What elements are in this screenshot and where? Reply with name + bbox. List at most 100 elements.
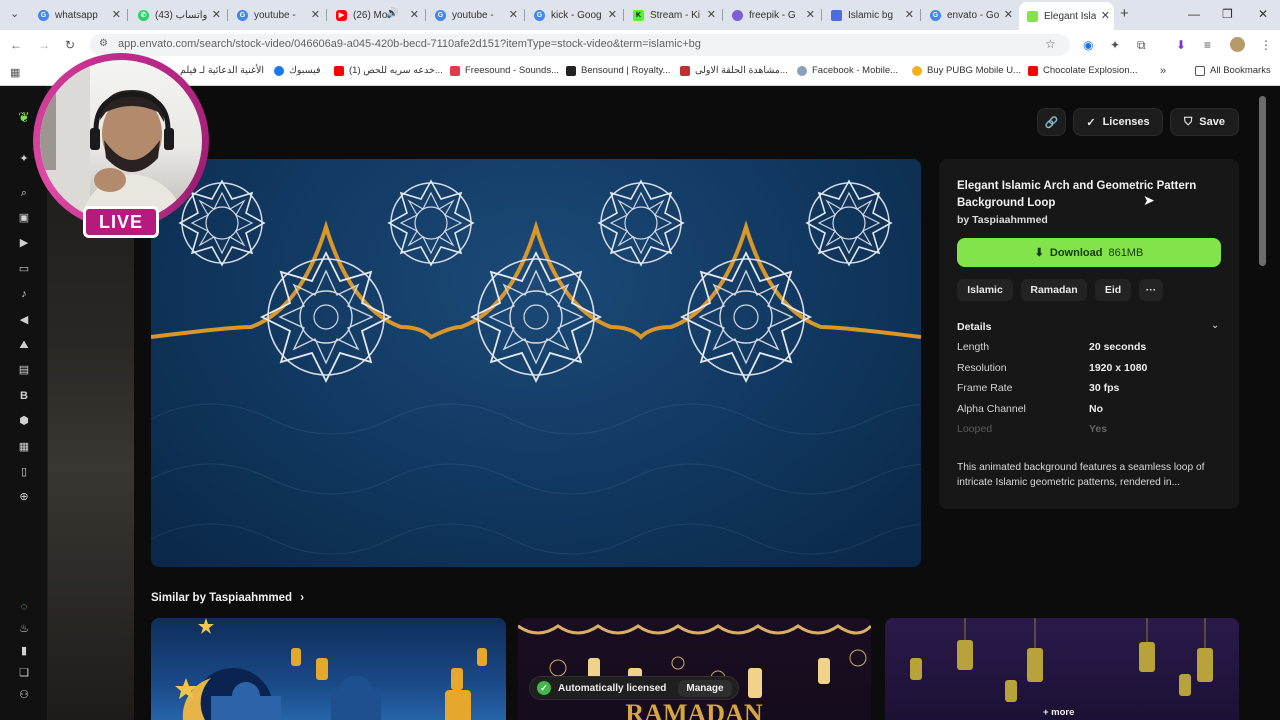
bookmark-label: مشاهدة الحلقة الاولى... bbox=[695, 65, 788, 76]
tab-youtube-search-2[interactable]: G youtube - ✕ bbox=[427, 4, 522, 26]
collections-icon[interactable]: ❏ bbox=[17, 666, 31, 680]
sparkle-icon[interactable]: ✦ bbox=[17, 152, 31, 166]
tab-envato-search[interactable]: G envato - Go ✕ bbox=[922, 4, 1017, 26]
tab-title: (43) واتساب bbox=[155, 9, 208, 21]
close-tab-icon[interactable]: ✕ bbox=[905, 8, 914, 21]
close-tab-icon[interactable]: ✕ bbox=[1101, 9, 1110, 22]
tab-freepik-search[interactable]: freepik - G ✕ bbox=[724, 4, 819, 26]
template-icon[interactable]: ▤ bbox=[17, 363, 31, 377]
reload-icon[interactable]: ↻ bbox=[65, 38, 75, 52]
more-tags-button[interactable]: ··· bbox=[1139, 279, 1163, 301]
tab-youtube-playing[interactable]: ▶ (26) Mo 🔊 ✕ bbox=[328, 4, 423, 26]
photo-icon[interactable]: ⛰ bbox=[17, 338, 31, 352]
save-button[interactable]: ⛉ Save bbox=[1170, 108, 1239, 136]
site-info-icon[interactable]: ⚙ bbox=[99, 38, 108, 49]
tab-search-chevron-icon[interactable]: ⌄ bbox=[10, 7, 19, 20]
video-preview[interactable] bbox=[151, 159, 921, 567]
document-icon[interactable]: ▯ bbox=[17, 465, 31, 479]
bookmark-item[interactable]: فيسبوك bbox=[274, 65, 321, 76]
new-tab-icon[interactable]: + bbox=[1120, 5, 1129, 22]
close-tab-icon[interactable]: ✕ bbox=[212, 8, 221, 21]
menu-kebab-icon[interactable]: ⋮ bbox=[1260, 38, 1272, 52]
bookmark-item[interactable]: Facebook - Mobile... bbox=[797, 65, 898, 76]
close-tab-icon[interactable]: ✕ bbox=[608, 8, 617, 21]
video-icon[interactable]: ▶ bbox=[17, 236, 31, 250]
tab-kick-search[interactable]: G kick - Goog ✕ bbox=[526, 4, 621, 26]
minimize-icon[interactable]: — bbox=[1188, 7, 1200, 21]
envato-logo-icon[interactable]: ❦ bbox=[17, 110, 31, 124]
graphics-icon[interactable]: ▦ bbox=[17, 440, 31, 454]
similar-card-3[interactable] bbox=[885, 618, 1239, 720]
tab-youtube-search[interactable]: G youtube - ✕ bbox=[229, 4, 324, 26]
similar-card-2[interactable]: RAMADAN bbox=[518, 618, 871, 720]
link-icon: 🔗 bbox=[1044, 116, 1059, 129]
bookmark-item[interactable]: Bensound | Royalty... bbox=[566, 65, 670, 76]
bookmark-star-icon[interactable]: ☆ bbox=[1045, 37, 1056, 51]
bookmark-label: فيسبوك bbox=[289, 65, 321, 76]
envato-icon bbox=[1027, 10, 1038, 22]
more-bookmarks-chevron-icon[interactable]: » bbox=[1160, 65, 1166, 77]
media-control-icon[interactable]: ≡ bbox=[1204, 38, 1211, 52]
similar-heading[interactable]: Similar by Taspiaahmmed › bbox=[151, 592, 304, 604]
extension-icon[interactable]: ✦ bbox=[1110, 38, 1120, 52]
url-text[interactable]: app.envato.com/search/stock-video/046606… bbox=[118, 38, 701, 50]
more-link[interactable]: + more bbox=[1043, 707, 1074, 718]
all-bookmarks[interactable]: All Bookmarks bbox=[1195, 65, 1271, 76]
bookmark-item[interactable]: الأغنية الدعائية لـ فيلم bbox=[180, 65, 264, 76]
close-tab-icon[interactable]: ✕ bbox=[806, 8, 815, 21]
tab-whatsapp-web[interactable]: ✆ (43) واتساب ✕ bbox=[130, 4, 225, 26]
font-icon[interactable]: B bbox=[17, 389, 31, 403]
details-heading[interactable]: Details bbox=[957, 321, 991, 333]
tab-islamic-bg[interactable]: Islamic bg ✕ bbox=[823, 4, 918, 26]
forward-icon[interactable]: → bbox=[38, 38, 50, 52]
close-tab-icon[interactable]: ✕ bbox=[1004, 8, 1013, 21]
profile-avatar[interactable] bbox=[1230, 37, 1245, 52]
flame-icon[interactable]: ♨ bbox=[17, 622, 31, 636]
tag-islamic[interactable]: Islamic bbox=[957, 279, 1013, 301]
similar-card-1[interactable] bbox=[151, 618, 506, 720]
bookmark-item[interactable]: Buy PUBG Mobile U... bbox=[912, 65, 1021, 76]
extensions-puzzle-icon[interactable]: ⧉ bbox=[1137, 38, 1146, 53]
audio-playing-icon[interactable]: 🔊 bbox=[386, 8, 398, 19]
close-tab-icon[interactable]: ✕ bbox=[112, 8, 121, 21]
tab-whatsapp[interactable]: G whatsapp ✕ bbox=[30, 4, 125, 26]
close-tab-icon[interactable]: ✕ bbox=[707, 8, 716, 21]
music-icon[interactable]: ♪ bbox=[17, 287, 31, 301]
3d-icon[interactable]: ⬢ bbox=[17, 414, 31, 428]
tab-envato-item-active[interactable]: Elegant Isla ✕ bbox=[1019, 2, 1114, 30]
folder-icon[interactable]: ▭ bbox=[17, 262, 31, 276]
bookmark-icon[interactable]: ▮ bbox=[17, 644, 31, 658]
search-icon[interactable]: ⌕ bbox=[17, 186, 31, 200]
close-window-icon[interactable]: ✕ bbox=[1258, 7, 1268, 21]
manage-button[interactable]: Manage bbox=[678, 679, 732, 697]
close-tab-icon[interactable]: ✕ bbox=[311, 8, 320, 21]
address-bar[interactable]: ⚙ app.envato.com/search/stock-video/0466… bbox=[90, 34, 1070, 56]
download-button[interactable]: ⬇ Download 861MB bbox=[957, 238, 1221, 267]
sound-icon[interactable]: ◀ bbox=[17, 313, 31, 327]
islamic-pattern-artwork bbox=[151, 180, 921, 555]
apps-grid-icon[interactable]: ▦ bbox=[10, 66, 20, 79]
close-tab-icon[interactable]: ✕ bbox=[509, 8, 518, 21]
maximize-icon[interactable]: ❐ bbox=[1222, 7, 1233, 21]
account-icon[interactable]: ⚇ bbox=[17, 688, 31, 702]
copy-link-button[interactable]: 🔗 bbox=[1037, 108, 1066, 136]
bookmark-item[interactable]: Freesound - Sounds... bbox=[450, 65, 559, 76]
tag-eid[interactable]: Eid bbox=[1095, 279, 1131, 301]
kick-icon: K bbox=[633, 9, 644, 21]
scrollbar[interactable] bbox=[1259, 96, 1266, 266]
web-icon[interactable]: ⊕ bbox=[17, 490, 31, 504]
facebook-icon bbox=[274, 65, 284, 76]
bookmark-item[interactable]: مشاهدة الحلقة الاولى... bbox=[680, 65, 788, 76]
bookmark-item[interactable]: (1) خدعه سريه للحص... bbox=[334, 65, 443, 76]
close-tab-icon[interactable]: ✕ bbox=[410, 8, 419, 21]
author-link[interactable]: by Taspiaahmmed bbox=[957, 214, 1048, 226]
extension-audio-icon[interactable]: ◉ bbox=[1083, 38, 1093, 52]
back-icon[interactable]: ← bbox=[10, 38, 22, 52]
chevron-down-icon[interactable]: ⌄ bbox=[1211, 320, 1219, 331]
licenses-button[interactable]: ✓ Licenses bbox=[1073, 108, 1163, 136]
download-icon[interactable]: ⬇ bbox=[1176, 38, 1186, 52]
tag-ramadan[interactable]: Ramadan bbox=[1021, 279, 1087, 301]
image-icon[interactable]: ▣ bbox=[17, 211, 31, 225]
bookmark-item[interactable]: Chocolate Explosion... bbox=[1028, 65, 1138, 76]
tab-kick-stream[interactable]: K Stream - Ki ✕ bbox=[625, 4, 720, 26]
